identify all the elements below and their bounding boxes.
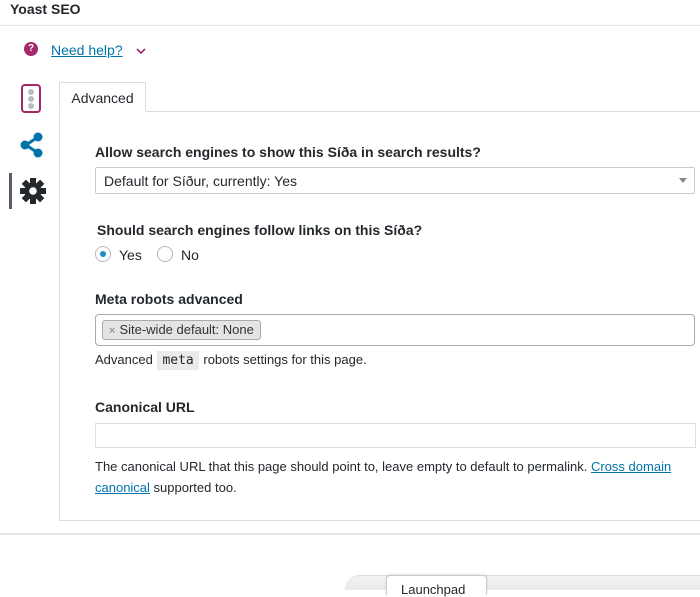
- chevron-down-icon: [679, 178, 687, 183]
- meta-robots-description: Advanced meta robots settings for this p…: [95, 351, 367, 370]
- side-tab-readability[interactable]: [21, 84, 41, 113]
- meta-robots-desc-after: robots settings for this page.: [199, 352, 367, 367]
- canonical-url-input[interactable]: [95, 423, 696, 448]
- follow-label: Should search engines follow links on th…: [97, 222, 423, 238]
- traffic-light-dot: [28, 103, 34, 109]
- meta-robots-desc-before: Advanced: [95, 352, 157, 367]
- index-select-value: Default for Síður, currently: Yes: [104, 173, 297, 189]
- follow-no-label[interactable]: No: [181, 247, 199, 263]
- traffic-light-dot: [28, 96, 34, 102]
- launchpad-tab[interactable]: Launchpad: [386, 575, 487, 597]
- need-help-link[interactable]: Need help?: [51, 42, 123, 58]
- canonical-description: The canonical URL that this page should …: [95, 456, 695, 498]
- index-select[interactable]: Default for Síður, currently: Yes: [95, 167, 695, 194]
- tag-remove-icon[interactable]: ×: [109, 325, 115, 337]
- follow-yes-radio[interactable]: [95, 246, 111, 262]
- traffic-light-dot: [28, 89, 34, 95]
- canonical-label: Canonical URL: [95, 399, 195, 415]
- chevron-down-icon[interactable]: [135, 45, 147, 57]
- side-tab-social[interactable]: [18, 131, 45, 159]
- side-tab-advanced[interactable]: [9, 173, 47, 209]
- meta-robots-label: Meta robots advanced: [95, 291, 243, 307]
- metabox-title: Yoast SEO: [10, 1, 81, 17]
- index-label: Allow search engines to show this Síða i…: [95, 144, 481, 160]
- follow-yes-label[interactable]: Yes: [119, 247, 142, 263]
- metabox-header: Yoast SEO: [0, 0, 700, 26]
- gear-icon: [20, 178, 46, 204]
- canonical-desc-after: supported too.: [149, 480, 237, 495]
- share-icon: [20, 132, 43, 158]
- follow-no-radio[interactable]: [157, 246, 173, 262]
- meta-robots-select[interactable]: × Site-wide default: None: [95, 314, 695, 346]
- tab-advanced[interactable]: Advanced: [59, 82, 146, 112]
- canonical-desc-text: The canonical URL that this page should …: [95, 459, 591, 474]
- question-icon: ?: [24, 42, 38, 56]
- meta-code: meta: [157, 351, 199, 370]
- meta-robots-tag-label: Site-wide default: None: [119, 322, 254, 337]
- meta-robots-tag: × Site-wide default: None: [102, 320, 261, 340]
